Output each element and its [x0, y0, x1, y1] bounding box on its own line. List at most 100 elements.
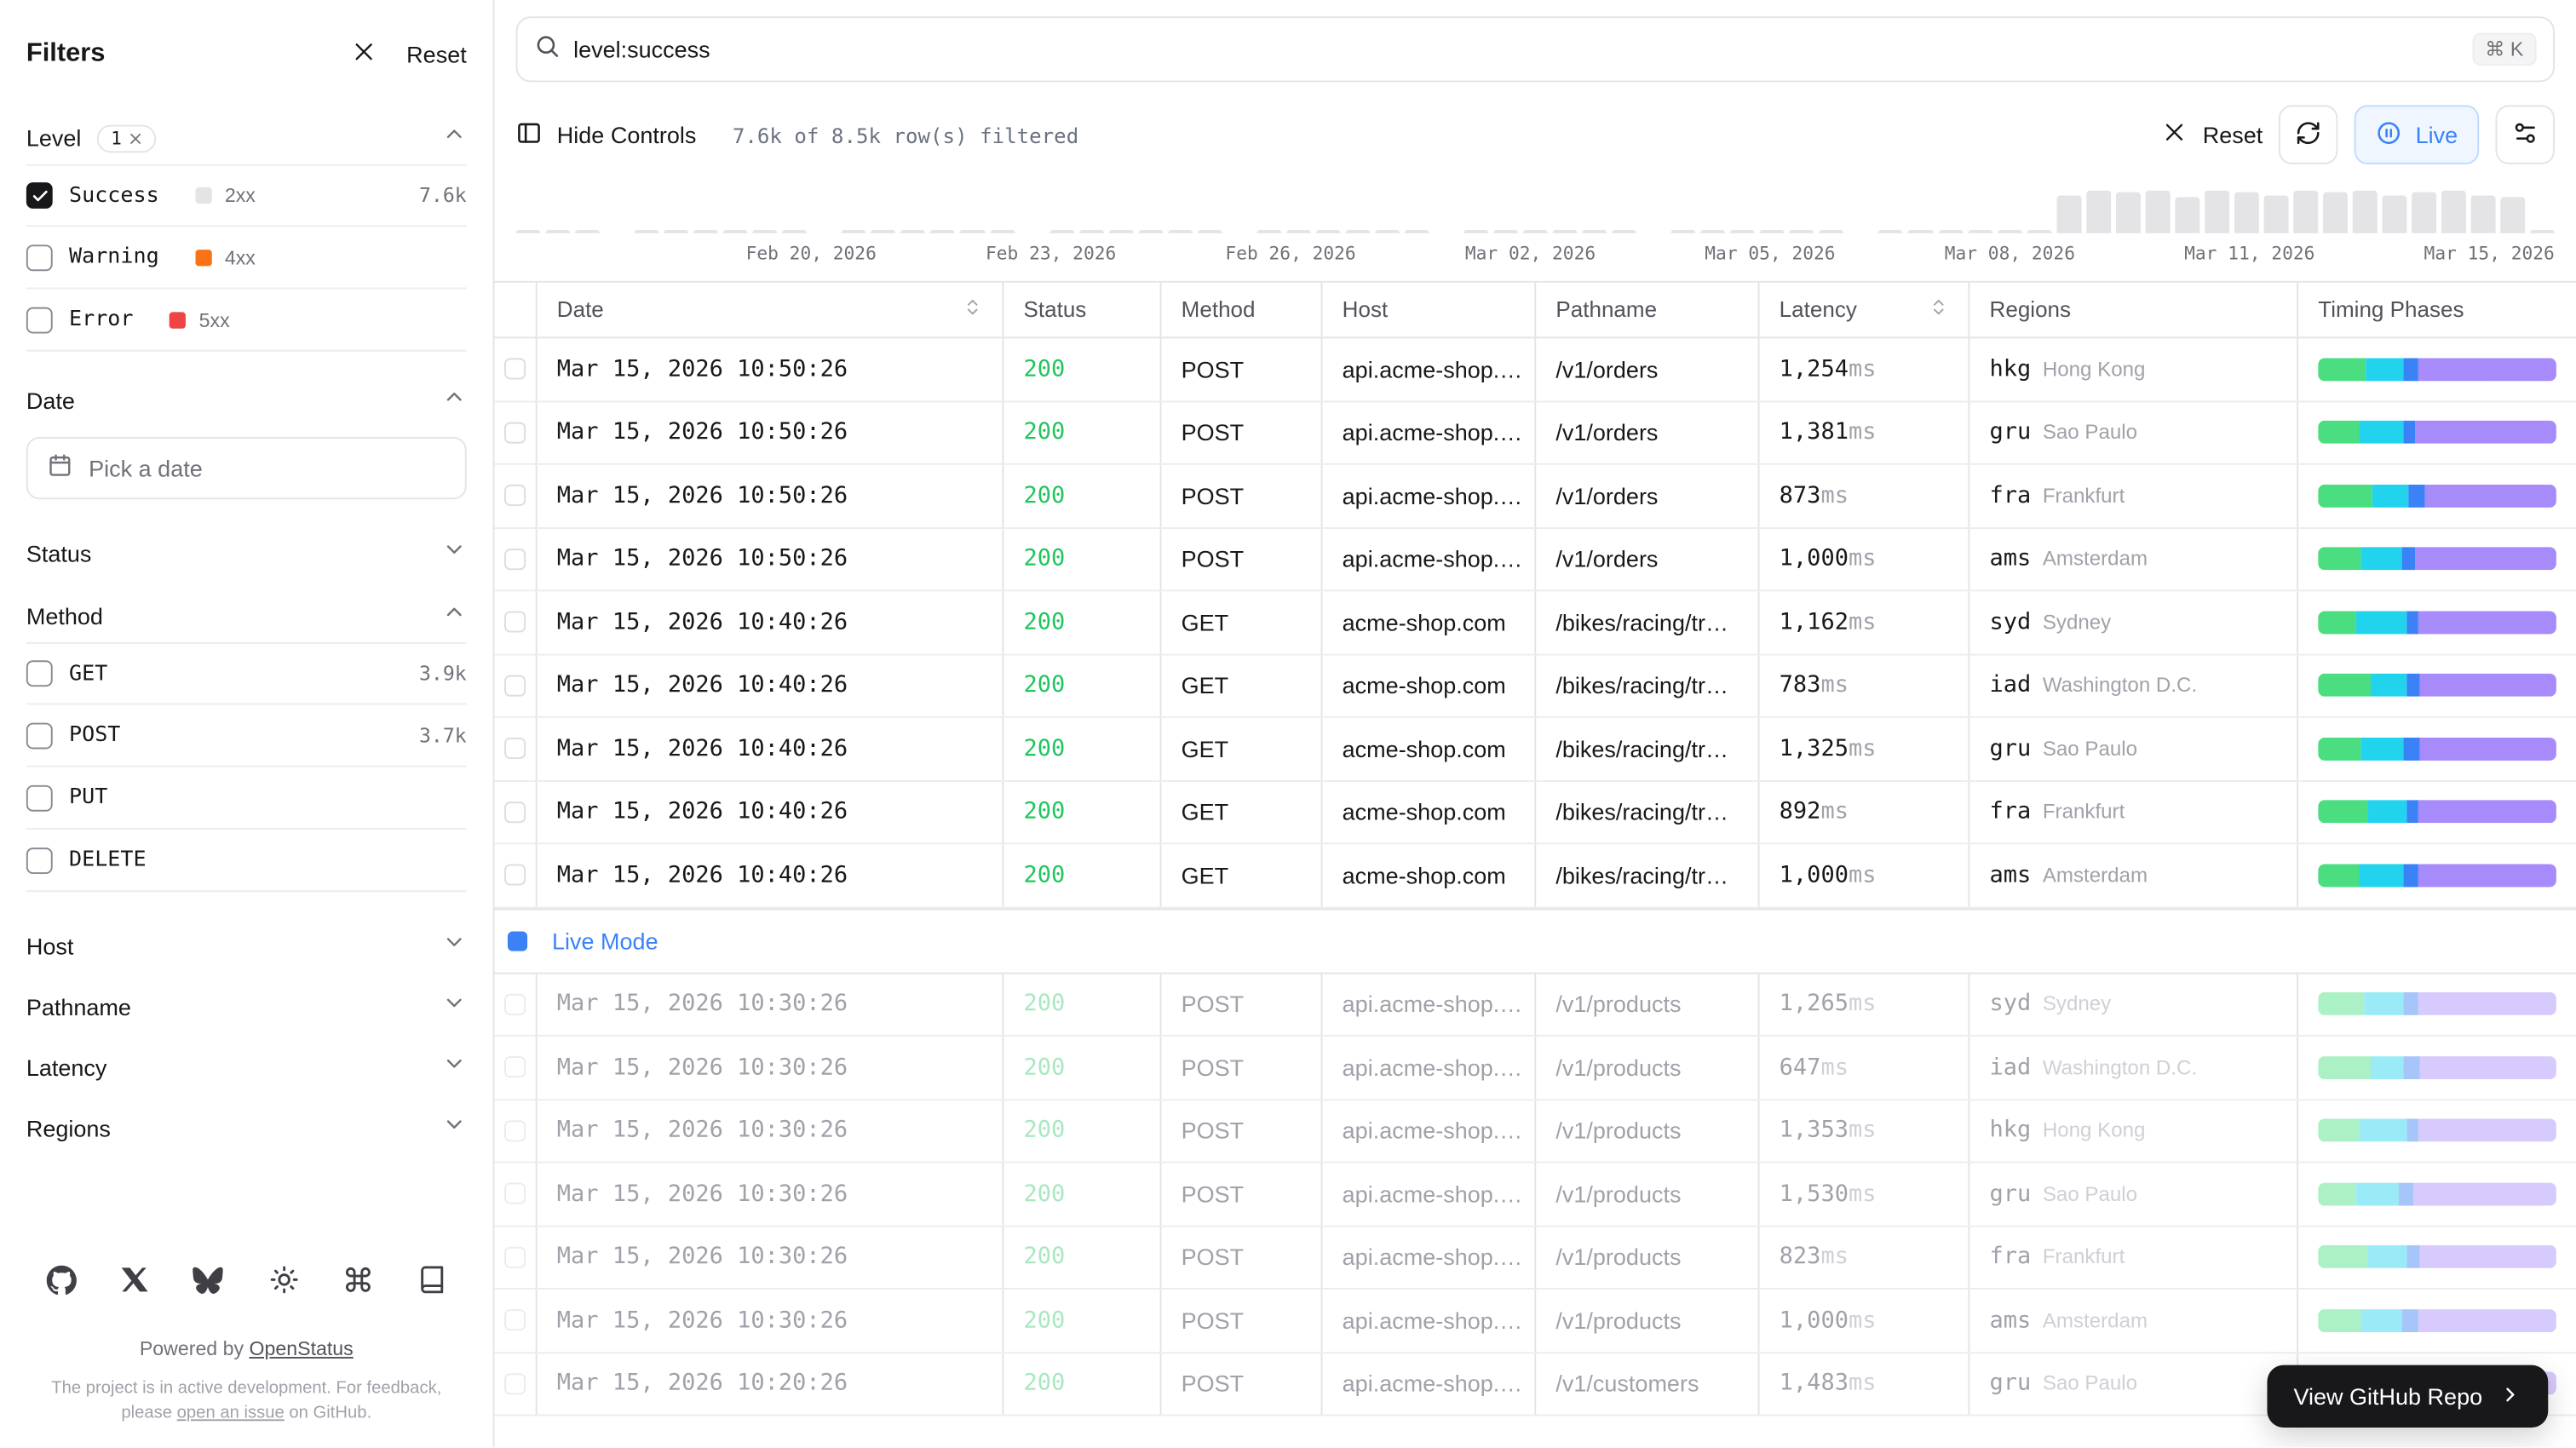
cell-pathname[interactable]: /v1/orders	[1536, 528, 1759, 589]
histogram-bar[interactable]	[842, 230, 866, 233]
search-bar[interactable]: ⌘ K	[516, 16, 2555, 82]
cell-host[interactable]: api.acme-shop.…	[1323, 465, 1537, 526]
cell-region[interactable]: iadWashington D.C.	[1969, 655, 2298, 716]
cell-timing[interactable]	[2298, 781, 2576, 842]
histogram-bar[interactable]	[516, 230, 541, 233]
cell-host[interactable]: acme-shop.com	[1323, 718, 1537, 779]
row-checkbox[interactable]	[504, 1310, 526, 1331]
cell-status[interactable]: 200	[1003, 591, 1161, 652]
row-checkbox[interactable]	[504, 612, 526, 633]
histogram-bar[interactable]	[1316, 230, 1341, 233]
filter-option-error[interactable]: Error 5xx	[26, 289, 467, 351]
table-row[interactable]: Mar 15, 2026 10:30:26 200 POST api.acme-…	[495, 1227, 2576, 1290]
latency-section-header[interactable]: Latency	[26, 1037, 467, 1097]
cell-host[interactable]: api.acme-shop.…	[1323, 1290, 1537, 1351]
cell-method[interactable]: POST	[1162, 402, 1323, 463]
histogram-bar[interactable]	[1790, 230, 1814, 233]
table-row[interactable]: Mar 15, 2026 10:30:26 200 POST api.acme-…	[495, 974, 2576, 1037]
cell-date[interactable]: Mar 15, 2026 10:40:26	[538, 591, 1004, 652]
cell-date[interactable]: Mar 15, 2026 10:30:26	[538, 1290, 1004, 1351]
checkbox-unchecked[interactable]	[26, 722, 53, 749]
cell-latency[interactable]: 1,530ms	[1760, 1163, 1970, 1224]
filter-option-put[interactable]: PUT	[26, 767, 467, 830]
histogram-bar[interactable]	[1168, 230, 1193, 233]
sidebar-reset-button[interactable]: Reset	[406, 41, 467, 67]
cell-host[interactable]: api.acme-shop.…	[1323, 1163, 1537, 1224]
histogram-bar[interactable]	[1523, 230, 1548, 233]
cell-pathname[interactable]: /v1/products	[1536, 1163, 1759, 1224]
cell-host[interactable]: acme-shop.com	[1323, 781, 1537, 842]
cell-region[interactable]: gruSao Paulo	[1969, 718, 2298, 779]
table-row[interactable]: Mar 15, 2026 10:50:26 200 POST api.acme-…	[495, 338, 2576, 401]
cell-host[interactable]: acme-shop.com	[1323, 591, 1537, 652]
histogram-bar[interactable]	[960, 230, 985, 233]
cell-region[interactable]: iadWashington D.C.	[1969, 1037, 2298, 1098]
histogram-bar[interactable]	[753, 230, 778, 233]
cell-status[interactable]: 200	[1003, 465, 1161, 526]
cell-date[interactable]: Mar 15, 2026 10:30:26	[538, 974, 1004, 1035]
cell-status[interactable]: 200	[1003, 1163, 1161, 1224]
cell-timing[interactable]	[2298, 655, 2576, 716]
cell-date[interactable]: Mar 15, 2026 10:50:26	[538, 528, 1004, 589]
cell-status[interactable]: 200	[1003, 1100, 1161, 1161]
row-checkbox[interactable]	[504, 485, 526, 506]
live-mode-row[interactable]: Live Mode	[495, 908, 2576, 974]
view-github-repo-button[interactable]: View GitHub Repo	[2268, 1365, 2549, 1428]
histogram-bar[interactable]	[2205, 191, 2229, 233]
cell-pathname[interactable]: /v1/products	[1536, 1100, 1759, 1161]
histogram-bar[interactable]	[1197, 230, 1222, 233]
histogram-bar[interactable]	[2056, 196, 2081, 233]
cell-host[interactable]: api.acme-shop.…	[1323, 1100, 1537, 1161]
cell-host[interactable]: acme-shop.com	[1323, 655, 1537, 716]
table-row[interactable]: Mar 15, 2026 10:20:26 200 POST api.acme-…	[495, 1353, 2576, 1416]
cell-host[interactable]: api.acme-shop.…	[1323, 528, 1537, 589]
cell-method[interactable]: POST	[1162, 1100, 1323, 1161]
row-checkbox[interactable]	[504, 1246, 526, 1267]
cell-latency[interactable]: 823ms	[1760, 1227, 1970, 1288]
cell-status[interactable]: 200	[1003, 655, 1161, 716]
regions-section-header[interactable]: Regions	[26, 1097, 467, 1158]
histogram-bar[interactable]	[871, 230, 896, 233]
cell-method[interactable]: POST	[1162, 528, 1323, 589]
cell-latency[interactable]: 1,381ms	[1760, 402, 1970, 463]
histogram-bar[interactable]	[990, 230, 1015, 233]
cell-host[interactable]: api.acme-shop.…	[1323, 1353, 1537, 1414]
cell-date[interactable]: Mar 15, 2026 10:40:26	[538, 655, 1004, 716]
cell-pathname[interactable]: /bikes/racing/tr…	[1536, 591, 1759, 652]
histogram-bar[interactable]	[1760, 230, 1785, 233]
header-method[interactable]: Method	[1162, 283, 1323, 337]
histogram-bar[interactable]	[2027, 230, 2051, 233]
cell-pathname[interactable]: /v1/customers	[1536, 1353, 1759, 1414]
histogram-bar[interactable]	[2353, 191, 2378, 233]
row-checkbox[interactable]	[504, 549, 526, 570]
cell-host[interactable]: acme-shop.com	[1323, 844, 1537, 905]
table-row[interactable]: Mar 15, 2026 10:50:26 200 POST api.acme-…	[495, 465, 2576, 528]
histogram-bar[interactable]	[1612, 230, 1636, 233]
cell-region[interactable]: fraFrankfurt	[1969, 781, 2298, 842]
cell-pathname[interactable]: /v1/products	[1536, 1290, 1759, 1351]
bluesky-link[interactable]	[187, 1259, 231, 1305]
cell-region[interactable]: gruSao Paulo	[1969, 1353, 2298, 1414]
cell-timing[interactable]	[2298, 1290, 2576, 1351]
histogram-bar[interactable]	[2441, 191, 2466, 233]
cell-method[interactable]: POST	[1162, 1353, 1323, 1414]
pathname-section-header[interactable]: Pathname	[26, 976, 467, 1037]
cell-region[interactable]: hkgHong Kong	[1969, 1100, 2298, 1161]
row-checkbox[interactable]	[504, 1120, 526, 1141]
filter-option-delete[interactable]: DELETE	[26, 830, 467, 892]
row-checkbox[interactable]	[504, 865, 526, 886]
table-row[interactable]: Mar 15, 2026 10:30:26 200 POST api.acme-…	[495, 1290, 2576, 1353]
refresh-button[interactable]	[2280, 105, 2338, 164]
row-checkbox[interactable]	[504, 1183, 526, 1204]
histogram-bar[interactable]	[2234, 192, 2259, 233]
method-section-header[interactable]: Method	[26, 589, 467, 642]
header-pathname[interactable]: Pathname	[1536, 283, 1759, 337]
x-twitter-link[interactable]	[115, 1260, 154, 1304]
cell-method[interactable]: GET	[1162, 718, 1323, 779]
cell-method[interactable]: GET	[1162, 591, 1323, 652]
header-regions[interactable]: Regions	[1969, 283, 2298, 337]
table-row[interactable]: Mar 15, 2026 10:50:26 200 POST api.acme-…	[495, 528, 2576, 591]
command-menu-button[interactable]	[336, 1258, 379, 1306]
host-section-header[interactable]: Host	[26, 915, 467, 975]
row-checkbox[interactable]	[504, 1057, 526, 1078]
